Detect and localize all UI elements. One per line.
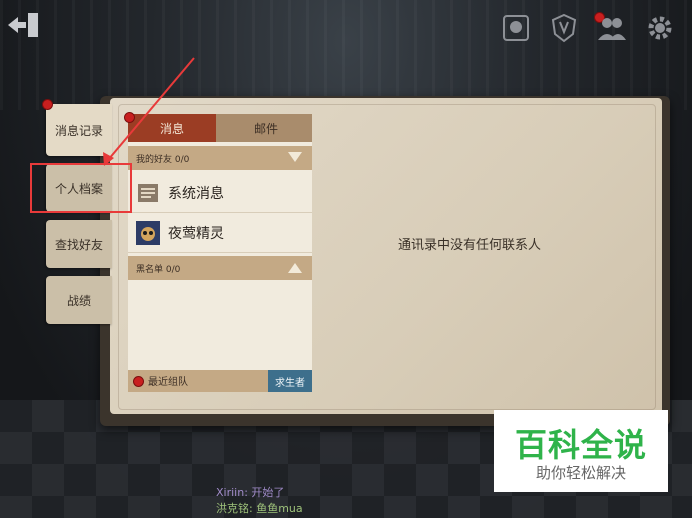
watermark-subtitle: 助你轻松解决	[535, 464, 626, 482]
watermark-title: 百科全说	[514, 426, 647, 464]
